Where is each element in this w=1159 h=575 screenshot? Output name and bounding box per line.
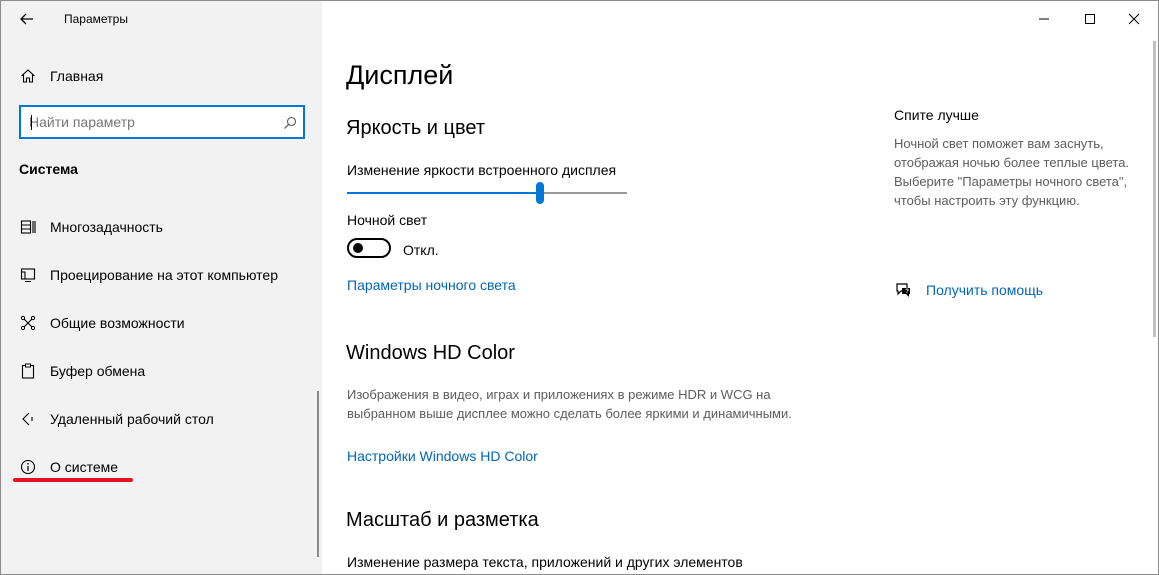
main-scrollbar[interactable] (1153, 41, 1156, 337)
maximize-icon (1085, 14, 1095, 24)
hdr-description: Изображения в видео, играх и приложениях… (347, 387, 792, 421)
home-icon (19, 67, 37, 85)
remote-desktop-icon (19, 410, 37, 428)
brightness-heading: Яркость и цвет (346, 117, 486, 139)
maximize-button[interactable] (1067, 1, 1113, 37)
red-highlight-underline (13, 478, 133, 482)
scale-label: Изменение размера текста, приложений и д… (347, 554, 743, 570)
scale-heading: Масштаб и разметка (346, 509, 539, 531)
search-input[interactable] (29, 114, 269, 130)
sidebar-item-multitasking[interactable]: Многозадачность (1, 207, 322, 247)
text-caret (31, 115, 32, 130)
back-button[interactable] (9, 5, 45, 33)
settings-window: Параметры Главная Система (0, 0, 1159, 575)
slider-track-rest (540, 192, 627, 194)
night-light-toggle[interactable] (347, 238, 391, 258)
minimize-icon (1039, 18, 1049, 20)
sidebar-item-label: Проецирование на этот компьютер (50, 267, 278, 283)
search-box[interactable] (19, 105, 305, 139)
sidebar-item-label: Общие возможности (50, 315, 185, 331)
aside-description: Ночной свет поможет вам заснуть, отображ… (894, 136, 1130, 208)
sidebar-item-label: Многозадачность (50, 219, 163, 235)
brightness-slider[interactable] (347, 181, 627, 205)
hdr-settings-link[interactable]: Настройки Windows HD Color (347, 448, 538, 464)
projecting-icon (19, 266, 37, 284)
search-icon[interactable] (283, 116, 297, 130)
svg-text:?: ? (905, 289, 909, 295)
night-light-label: Ночной свет (347, 212, 428, 228)
sidebar-item-label: Главная (50, 68, 104, 84)
app-title: Параметры (64, 12, 128, 26)
clipboard-icon (19, 362, 37, 380)
shared-experiences-icon (19, 314, 37, 332)
brightness-slider-label: Изменение яркости встроенного дисплея (347, 162, 617, 178)
sidebar-item-shared-experiences[interactable]: Общие возможности (1, 303, 322, 343)
toggle-knob (353, 243, 363, 253)
section-title: Система (19, 161, 78, 177)
sidebar-scrollbar[interactable] (317, 391, 319, 557)
sidebar-item-projecting[interactable]: Проецирование на этот компьютер (1, 255, 322, 295)
page-title: Дисплей (346, 60, 454, 90)
sidebar-item-label: Буфер обмена (50, 363, 146, 379)
sidebar-item-label: О системе (50, 459, 119, 475)
help-chat-icon: ? (896, 283, 910, 297)
slider-thumb[interactable] (536, 182, 544, 204)
close-button[interactable] (1111, 1, 1157, 37)
close-icon (1128, 13, 1140, 25)
back-arrow-icon (20, 13, 33, 25)
info-icon (19, 458, 37, 476)
aside-heading: Спите лучше (894, 107, 979, 123)
slider-track-fill (347, 192, 540, 194)
minimize-button[interactable] (1021, 1, 1067, 37)
hdr-heading: Windows HD Color (346, 342, 515, 364)
sidebar-item-label: Удаленный рабочий стол (50, 411, 214, 427)
sidebar-item-home[interactable]: Главная (1, 59, 322, 93)
sidebar-item-clipboard[interactable]: Буфер обмена (1, 351, 322, 391)
night-light-settings-link[interactable]: Параметры ночного света (347, 277, 516, 293)
sidebar-item-remote-desktop[interactable]: Удаленный рабочий стол (1, 399, 322, 439)
sidebar: Параметры Главная Система (1, 1, 322, 574)
get-help-link[interactable]: Получить помощь (926, 282, 1043, 298)
night-light-state: Откл. (403, 242, 439, 258)
multitasking-icon (19, 218, 37, 236)
